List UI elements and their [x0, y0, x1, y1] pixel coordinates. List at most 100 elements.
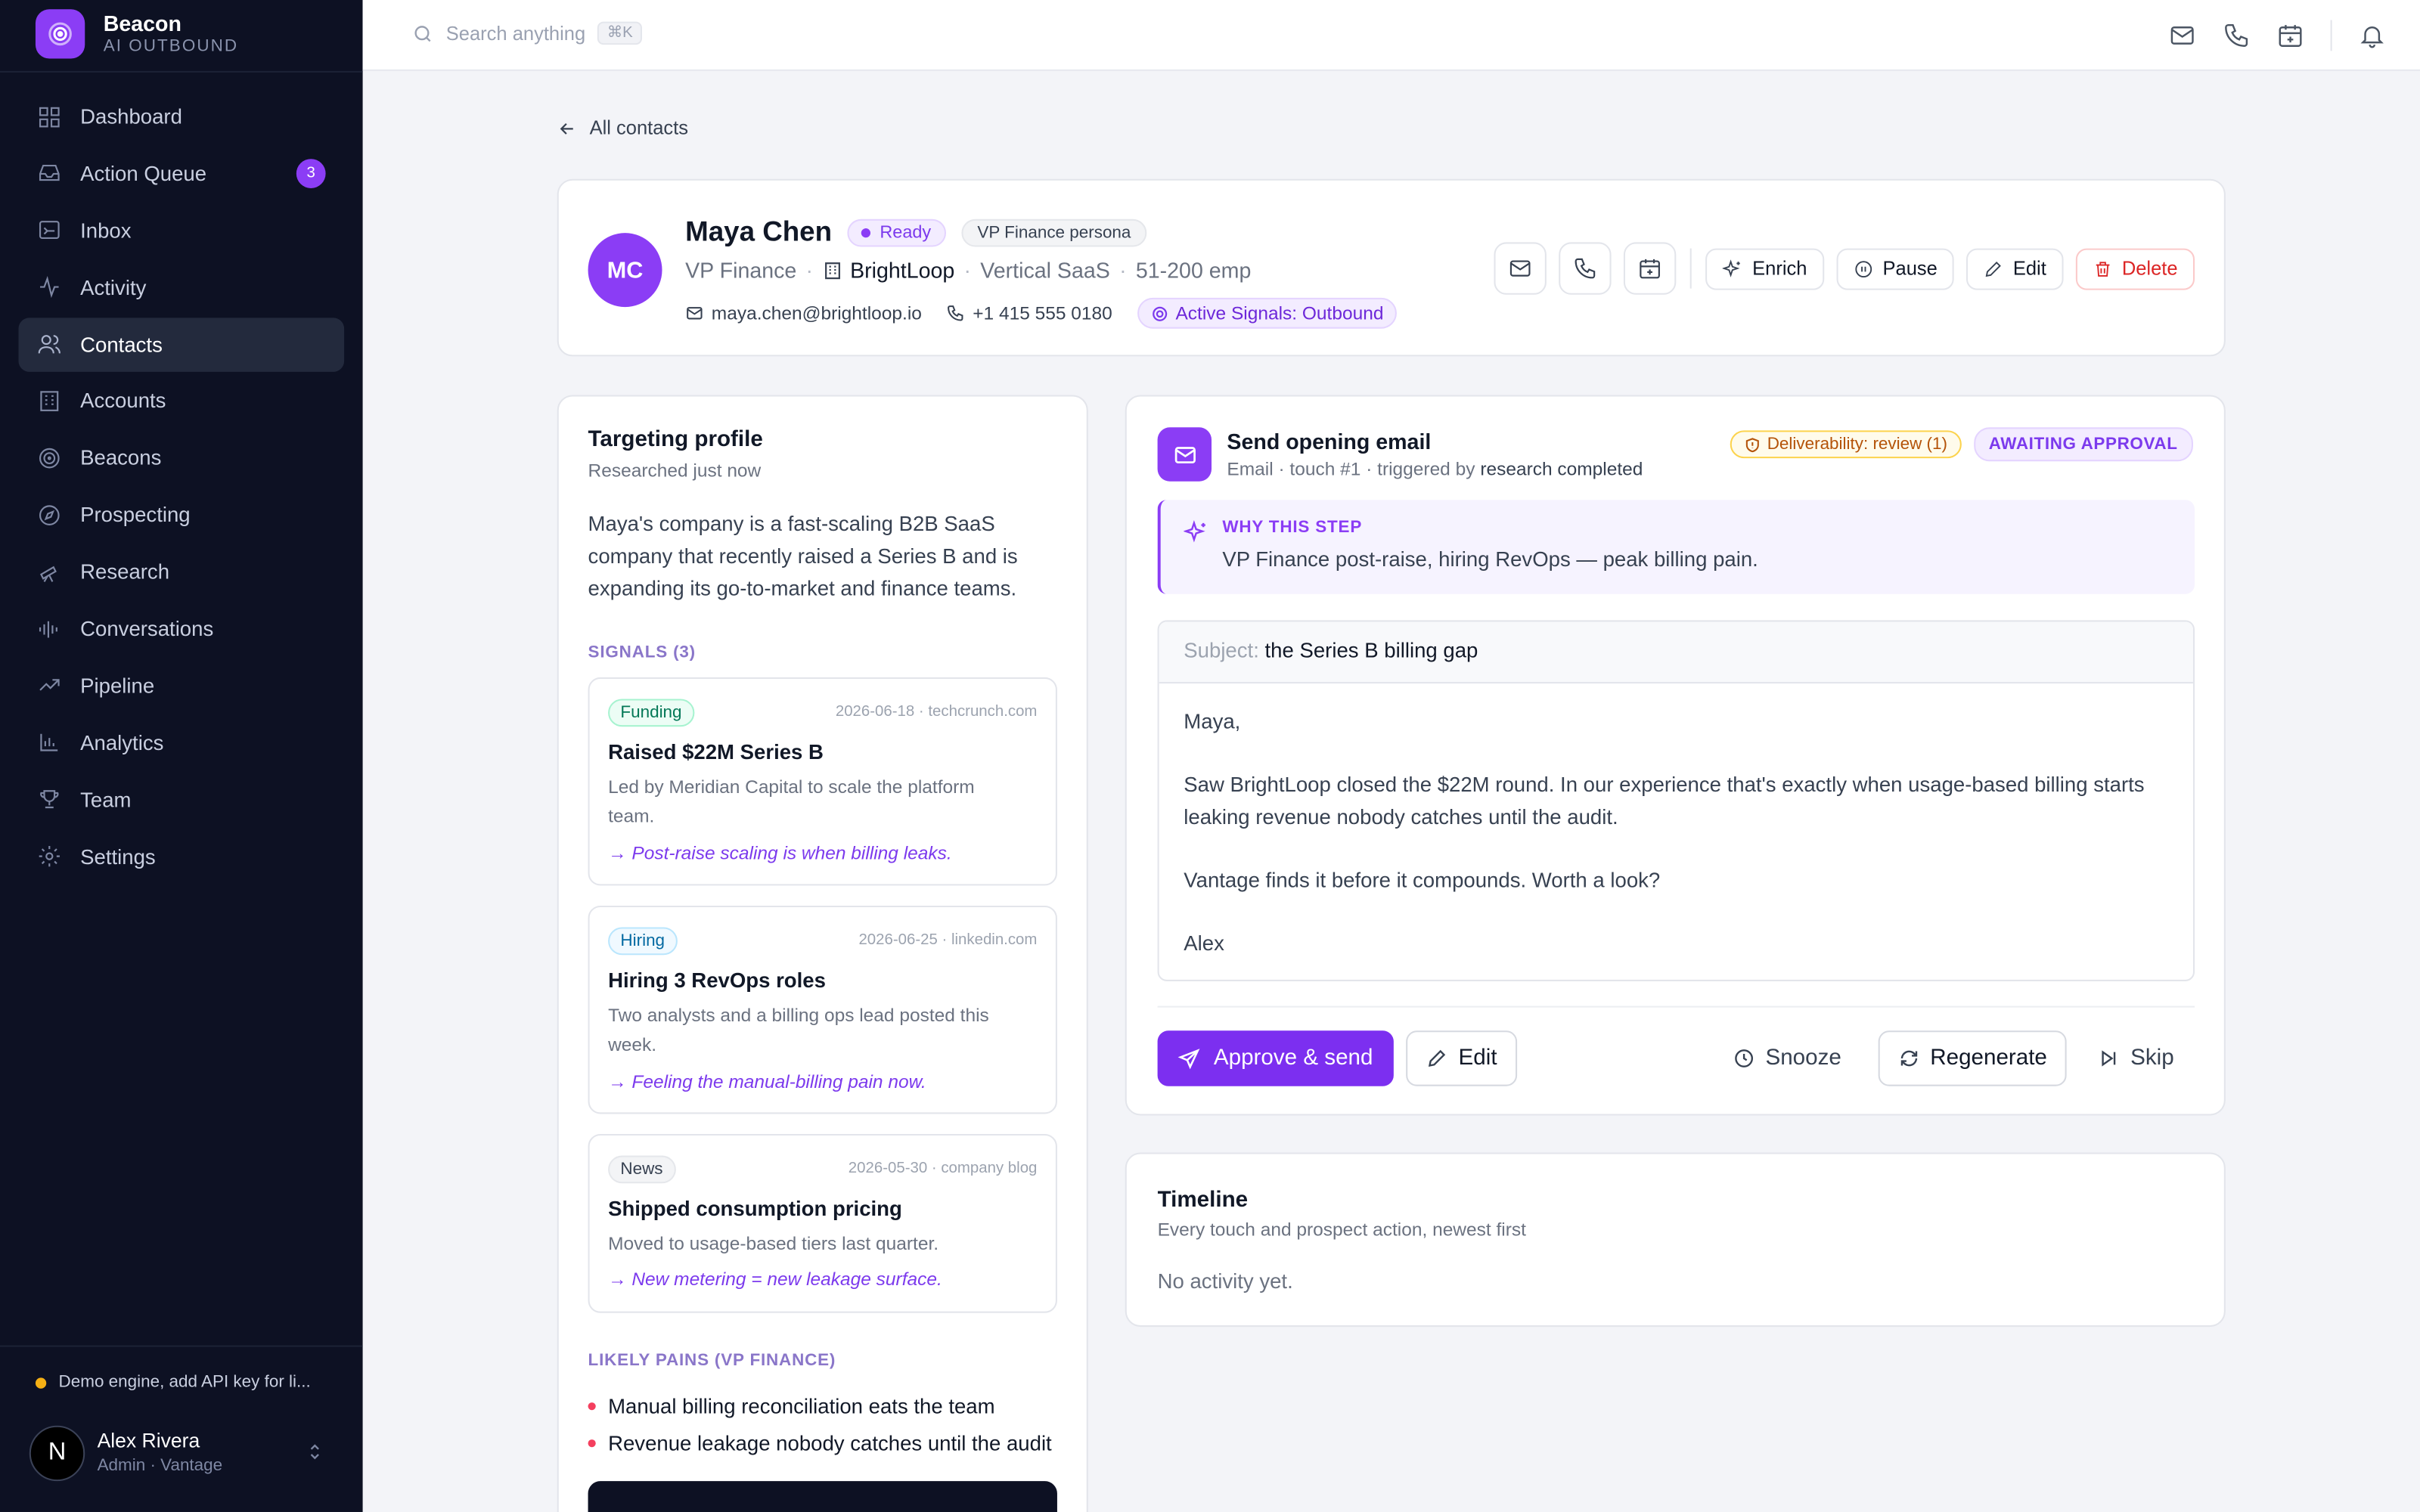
active-signals-badge[interactable]: Active Signals: Outbound [1137, 297, 1398, 329]
email-body: Maya, Saw BrightLoop closed the $22M rou… [1159, 683, 2193, 980]
signal-card[interactable]: Funding 2026-06-18 · techcrunch.com Rais… [588, 677, 1057, 886]
sidebar-item-conversations[interactable]: Conversations [18, 602, 344, 655]
sidebar-item-label: Accounts [80, 389, 166, 413]
divider [0, 70, 363, 73]
enrich-button[interactable]: Enrich [1705, 247, 1824, 290]
delete-label: Delete [2121, 257, 2178, 280]
avatar: N [29, 1425, 85, 1482]
demo-engine-notice[interactable]: Demo engine, add API key for li... [35, 1373, 311, 1392]
brand[interactable]: Beacon AI OUTBOUND [35, 9, 238, 59]
user-menu[interactable]: N Alex Rivera Admin · Vantage [29, 1425, 332, 1482]
phone-icon[interactable] [2223, 22, 2251, 50]
trophy-icon [40, 790, 59, 809]
signal-tag: News [608, 1155, 675, 1184]
mail-icon [1510, 260, 1531, 277]
demo-notice-text: Demo engine, add API key for li... [58, 1373, 311, 1392]
sparkles-icon [1723, 259, 1741, 277]
list-item: Revenue leakage nobody catches until the… [588, 1424, 1052, 1461]
signal-card[interactable]: Hiring 2026-06-25 · linkedin.com Hiring … [588, 905, 1057, 1114]
contact-name: Maya Chen [685, 215, 833, 247]
signals-label: SIGNALS (3) [588, 643, 696, 662]
contact-email[interactable]: maya.chen@brightloop.io [685, 302, 922, 324]
edit-label: Edit [2012, 257, 2046, 280]
edit-contact-button[interactable]: Edit [1966, 247, 2064, 290]
approve-send-button[interactable]: Approve & send [1157, 1030, 1394, 1086]
back-link-label: All contacts [589, 117, 689, 139]
snooze-button[interactable]: Snooze [1723, 1030, 1852, 1086]
separator-dot: · [963, 257, 972, 283]
calendar-plus-icon[interactable] [2276, 22, 2304, 50]
separator-dot: · [1119, 257, 1127, 283]
sidebar-item-beacons[interactable]: Beacons [18, 431, 344, 485]
signal-insight: → Feeling the manual-billing pain now. [608, 1070, 926, 1092]
sidebar-item-contacts[interactable]: Contacts [18, 317, 345, 371]
company-link[interactable]: BrightLoop [822, 258, 954, 282]
separator-dot: · [805, 257, 814, 283]
mail-icon [687, 307, 703, 320]
active-signals-text: Active Signals: Outbound [1175, 302, 1384, 324]
chevron-up-down-icon [310, 1444, 319, 1460]
beacon-logo-icon [35, 9, 85, 59]
pause-button[interactable]: Pause [1836, 247, 1955, 290]
delete-contact-button[interactable]: Delete [2075, 247, 2195, 290]
sidebar: Beacon AI OUTBOUND Dashboard Action Queu… [0, 0, 363, 1512]
sidebar-item-team[interactable]: Team [18, 773, 344, 826]
deliverability-badge[interactable]: Deliverability: review (1) [1730, 430, 1962, 459]
trending-up-icon [39, 680, 60, 692]
search-input[interactable]: Search anything ⌘K [412, 21, 643, 45]
email-button[interactable] [1494, 242, 1547, 295]
sidebar-item-analytics[interactable]: Analytics [18, 716, 344, 770]
section-title: Targeting profile [588, 427, 763, 452]
deliverability-text: Deliverability: review (1) [1767, 435, 1948, 454]
sidebar-item-inbox[interactable]: Inbox [18, 203, 344, 257]
sidebar-item-label: Contacts [80, 332, 163, 356]
step-trigger: research completed [1480, 458, 1643, 480]
sidebar-item-label: Research [80, 560, 170, 584]
building-icon [824, 262, 840, 279]
edit-draft-button[interactable]: Edit [1406, 1030, 1518, 1086]
sidebar-item-dashboard[interactable]: Dashboard [18, 89, 344, 143]
enrich-label: Enrich [1752, 257, 1807, 280]
signal-title: Raised $22M Series B [608, 740, 824, 764]
contact-phone[interactable]: +1 415 555 0180 [947, 302, 1112, 324]
step-subtitle: Email · touch #1 · triggered by research… [1227, 458, 1643, 480]
persona-badge: VP Finance persona [961, 218, 1146, 246]
bell-icon[interactable] [2358, 22, 2386, 50]
section-title: Timeline [1157, 1188, 1249, 1213]
back-link[interactable]: All contacts [557, 117, 688, 139]
schedule-button[interactable] [1624, 242, 1677, 295]
user-role: Admin · Vantage [97, 1456, 223, 1476]
sidebar-item-prospecting[interactable]: Prospecting [18, 488, 344, 541]
skip-label: Skip [2130, 1046, 2174, 1071]
call-button[interactable] [1559, 242, 1612, 295]
email-paragraph: Alex [1184, 931, 1224, 956]
phone-icon [948, 305, 964, 321]
sidebar-item-settings[interactable]: Settings [18, 829, 344, 883]
regenerate-button[interactable]: Regenerate [1878, 1030, 2067, 1086]
activity-icon [40, 276, 59, 299]
sidebar-item-label: Settings [80, 844, 156, 869]
topbar: Search anything ⌘K [362, 0, 2420, 71]
section-subtitle: Every touch and prospect action, newest … [1157, 1219, 1526, 1241]
sidebar-item-action-queue[interactable]: Action Queue 3 [18, 147, 344, 200]
sidebar-item-accounts[interactable]: Accounts [18, 374, 344, 428]
signal-card[interactable]: News 2026-05-30 · company blog Shipped c… [588, 1133, 1057, 1313]
refresh-icon [1900, 1050, 1917, 1067]
email-paragraph: Vantage finds it before it compounds. Wo… [1184, 868, 1661, 892]
sidebar-item-activity[interactable]: Activity [18, 260, 344, 314]
mail-icon[interactable] [2168, 22, 2196, 50]
email-draft[interactable]: Subject: the Series B billing gap Maya, … [1157, 620, 2195, 981]
snooze-label: Snooze [1765, 1046, 1841, 1071]
sidebar-item-research[interactable]: Research [18, 545, 344, 599]
signal-description: Led by Meridian Capital to scale the pla… [608, 776, 975, 827]
skip-button[interactable]: Skip [2086, 1030, 2186, 1086]
why-this-step: WHY THIS STEP VP Finance post-raise, hir… [1157, 500, 2195, 594]
brand-name: Beacon [103, 11, 182, 36]
gear-icon [39, 846, 60, 867]
subject-label: Subject: [1184, 638, 1259, 662]
edit-label: Edit [1458, 1046, 1497, 1071]
sidebar-item-pipeline[interactable]: Pipeline [18, 658, 344, 712]
mail-icon [1157, 427, 1212, 482]
sidebar-item-label: Prospecting [80, 503, 191, 527]
divider [0, 1345, 363, 1347]
